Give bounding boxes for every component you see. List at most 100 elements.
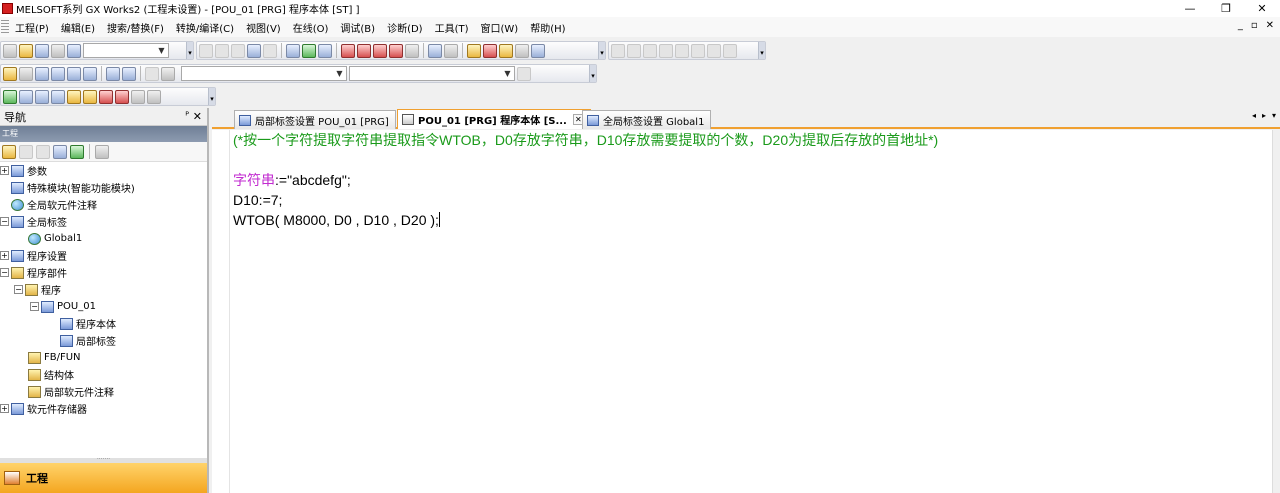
editor-scrollbar[interactable] xyxy=(1272,130,1280,493)
read-plc-icon[interactable] xyxy=(286,43,300,58)
tab-scroll-left-icon[interactable]: ◂ xyxy=(1252,111,1256,120)
contact-no-icon[interactable] xyxy=(611,43,625,58)
collapse-icon[interactable]: − xyxy=(0,268,9,277)
monitor-write-icon[interactable] xyxy=(389,43,403,58)
convert-icon[interactable] xyxy=(3,89,17,104)
expand-icon[interactable]: + xyxy=(0,251,9,260)
tree-item-local-label[interactable]: 局部标签 xyxy=(60,332,116,349)
collapse-icon[interactable]: − xyxy=(30,302,39,311)
monitor-stop-icon[interactable] xyxy=(357,43,371,58)
menu-debug[interactable]: 调试(B) xyxy=(334,20,381,35)
falling-edge-icon[interactable] xyxy=(723,43,737,58)
bookmark-icon[interactable] xyxy=(67,89,81,104)
rising-edge-icon[interactable] xyxy=(707,43,721,58)
find-instruction-icon[interactable] xyxy=(122,66,136,81)
menu-edit[interactable]: 编辑(E) xyxy=(55,20,101,35)
menu-grip[interactable] xyxy=(1,20,9,34)
menu-online[interactable]: 在线(O) xyxy=(287,20,335,35)
toolbar-options-icon[interactable]: ▾ xyxy=(589,65,596,82)
menu-help[interactable]: 帮助(H) xyxy=(524,20,571,35)
tree-item-pou01[interactable]: − POU_01 xyxy=(30,298,96,315)
template-delete-icon[interactable] xyxy=(115,89,129,104)
tree-item-global-device-comment[interactable]: 全局软元件注释 xyxy=(11,196,97,213)
search-settings-icon[interactable] xyxy=(517,66,531,81)
zoom-out-icon[interactable] xyxy=(147,89,161,104)
menu-tools[interactable]: 工具(T) xyxy=(429,20,475,35)
mdi-close-button[interactable]: ✕ xyxy=(1266,20,1274,31)
menu-view[interactable]: 视图(V) xyxy=(240,20,287,35)
simulation-stop-icon[interactable] xyxy=(515,43,529,58)
tree-item-global1[interactable]: Global1 xyxy=(28,230,82,247)
verify-plc-icon[interactable] xyxy=(318,43,332,58)
restore-button[interactable]: ❐ xyxy=(1208,0,1244,17)
toolbar-options-icon[interactable]: ▾ xyxy=(758,42,765,59)
minimize-button[interactable]: — xyxy=(1172,0,1208,17)
project-combo[interactable]: ▼ xyxy=(83,43,169,58)
mdi-restore-button[interactable]: ▫ xyxy=(1251,20,1258,31)
vline-icon[interactable] xyxy=(691,43,705,58)
tree-item-program[interactable]: − 程序 xyxy=(14,281,61,298)
code-area[interactable]: (*按一个字符提取字符串提取指令WTOB，D0存放字符串，D10存放需要提取的个… xyxy=(233,130,938,230)
copy-icon[interactable] xyxy=(215,43,229,58)
undo-icon[interactable] xyxy=(247,43,261,58)
function-icon[interactable] xyxy=(659,43,673,58)
tree-item-program-setting[interactable]: + 程序设置 xyxy=(0,247,67,264)
refresh-icon[interactable] xyxy=(70,144,84,159)
open-folder-icon[interactable] xyxy=(19,43,33,58)
menu-window[interactable]: 窗口(W) xyxy=(475,20,525,35)
new-icon[interactable] xyxy=(3,43,17,58)
menu-project[interactable]: 工程(P) xyxy=(9,20,55,35)
device-list-icon[interactable] xyxy=(67,66,81,81)
compile-icon[interactable] xyxy=(531,43,545,58)
simulation-start-icon[interactable] xyxy=(499,43,513,58)
redo-icon[interactable] xyxy=(263,43,277,58)
close-button[interactable]: ✕ xyxy=(1244,0,1280,17)
find-device-icon[interactable] xyxy=(106,66,120,81)
pin-icon[interactable]: ᴾ xyxy=(185,111,189,122)
paste-icon[interactable] xyxy=(231,43,245,58)
save-icon[interactable] xyxy=(35,43,49,58)
tree-item-intelligent-module[interactable]: 特殊模块(智能功能模块) xyxy=(11,179,135,196)
diagnostics-icon[interactable] xyxy=(467,43,481,58)
watch-window-icon[interactable] xyxy=(83,66,97,81)
tab-program-body[interactable]: POU_01 [PRG] 程序本体 [S... ✕ xyxy=(397,109,591,129)
device-batch-icon[interactable] xyxy=(428,43,442,58)
cut-icon[interactable] xyxy=(199,43,213,58)
coil-icon[interactable] xyxy=(643,43,657,58)
open-data-icon[interactable] xyxy=(53,144,67,159)
tab-list-icon[interactable]: ▾ xyxy=(1272,111,1276,120)
tree-item-parameters[interactable]: + 参数 xyxy=(0,162,47,179)
contact-nc-icon[interactable] xyxy=(627,43,641,58)
write-plc-icon[interactable] xyxy=(302,43,316,58)
tab-local-label-setting[interactable]: 局部标签设置 POU_01 [PRG] xyxy=(234,110,396,129)
menu-compile[interactable]: 转换/编译(C) xyxy=(170,20,240,35)
device-combo[interactable]: ▼ xyxy=(349,66,515,81)
template-insert-icon[interactable] xyxy=(99,89,113,104)
search-combo[interactable]: ▼ xyxy=(181,66,347,81)
tree-item-local-device-comment[interactable]: 局部软元件注释 xyxy=(28,383,114,400)
toolbar-options-icon[interactable]: ▾ xyxy=(186,42,193,59)
tree-item-device-memory[interactable]: + 软元件存储器 xyxy=(0,400,87,417)
close-icon[interactable]: ✕ xyxy=(193,110,202,123)
collapse-icon[interactable]: − xyxy=(0,217,9,226)
zoom-search-icon[interactable] xyxy=(35,89,49,104)
display-settings-icon[interactable] xyxy=(95,144,109,159)
simulation-icon[interactable] xyxy=(483,43,497,58)
menu-diagnostics[interactable]: 诊断(D) xyxy=(381,20,429,35)
zoom-in-icon[interactable] xyxy=(131,89,145,104)
expand-icon[interactable]: + xyxy=(0,404,9,413)
delete-data-icon[interactable] xyxy=(19,144,33,159)
menu-find-replace[interactable]: 搜索/替换(F) xyxy=(101,20,170,35)
binoculars-icon[interactable] xyxy=(161,66,175,81)
compile-all-icon[interactable] xyxy=(19,89,33,104)
find-next-icon[interactable] xyxy=(51,89,65,104)
tree-item-global-label[interactable]: − 全局标签 xyxy=(0,213,67,230)
tab-global-label-setting[interactable]: 全局标签设置 Global1 xyxy=(582,110,712,129)
collapse-icon[interactable]: − xyxy=(14,285,23,294)
tree-item-program-body[interactable]: 程序本体 xyxy=(60,315,116,332)
tree-item-pou[interactable]: − 程序部件 xyxy=(0,264,67,281)
monitor-mode-icon[interactable] xyxy=(405,43,419,58)
print-icon[interactable] xyxy=(51,43,65,58)
help-icon[interactable] xyxy=(67,43,81,58)
tab-scroll-right-icon[interactable]: ▸ xyxy=(1262,111,1266,120)
